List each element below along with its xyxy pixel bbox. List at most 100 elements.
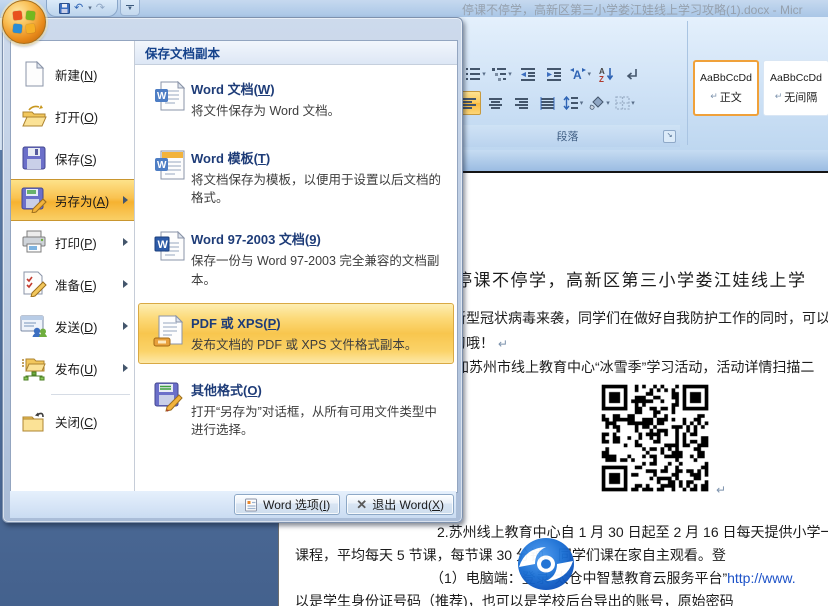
menu-item-print[interactable]: 打印(P)	[11, 221, 134, 263]
qat-redo-icon[interactable]: ↷	[96, 3, 105, 14]
other-formats-icon	[147, 380, 191, 439]
numbered-list-button[interactable]: ▾	[464, 62, 488, 86]
pdf-xps-icon	[147, 313, 191, 354]
qat-undo-icon[interactable]: ↶	[74, 3, 83, 14]
submenu-item-desc: 将文件保存为 Word 文档。	[191, 102, 445, 120]
dropdown-caret-icon: ▾	[588, 70, 592, 78]
paragraph-group-label: 段落	[557, 128, 579, 144]
document-line: 2.苏州线上教育中心自 1 月 30 日起至 2 月 16 日每天提供小学一至	[437, 522, 828, 542]
style-no-spacing[interactable]: AaBbCcDd ↵无间隔	[763, 60, 828, 116]
decrease-indent-button[interactable]	[516, 62, 540, 86]
borders-button[interactable]: ▾	[613, 91, 637, 115]
submenu-item-desc: 打开“另存为”对话框，从所有可用文件类型中进行选择。	[191, 403, 445, 439]
menu-item-save[interactable]: 保存(S)	[11, 137, 134, 179]
submenu-item-desc: 将文档保存为模板，以便用于设置以后文档的格式。	[191, 171, 445, 207]
quick-access-toolbar: ↶ ▾ ↷	[46, 0, 118, 17]
pilcrow-icon: ↵	[775, 91, 783, 102]
submenu-item-word-template[interactable]: W Word 模板(T) 将文档保存为模板，以便用于设置以后文档的格式。	[138, 138, 454, 217]
document-line: （1）电脑端：登录“太仓中智慧教育云服务平台”http://www.	[430, 568, 796, 588]
qat-undo-caret-icon[interactable]: ▾	[88, 4, 92, 12]
style-normal[interactable]: AaBbCcDd ↵正文	[693, 60, 759, 116]
multilevel-list-icon	[491, 67, 507, 81]
menu-item-send[interactable]: 发送(D)	[11, 305, 134, 347]
asian-layout-button[interactable]: A ▾	[568, 62, 593, 86]
svg-text:W: W	[158, 239, 169, 251]
close-folder-icon	[17, 409, 51, 433]
open-folder-icon	[17, 104, 51, 128]
office-menu-footer: Word 选项(I) ✕ 退出 Word(X)	[10, 491, 456, 518]
menu-item-label: 发送(D)	[55, 317, 123, 336]
submenu-arrow-icon	[123, 364, 128, 372]
menu-item-open[interactable]: 打开(O)	[11, 95, 134, 137]
office-menu: 新建(N) 打开(O) 保存(S)	[2, 17, 463, 523]
paint-bucket-icon	[588, 96, 605, 110]
exit-word-button[interactable]: ✕ 退出 Word(X)	[346, 494, 454, 515]
hyperlink[interactable]: http://www.	[727, 570, 795, 586]
align-right-icon	[514, 97, 529, 110]
asian-layout-icon: A	[569, 67, 587, 82]
menu-item-label: 准备(E)	[55, 275, 123, 294]
word-97-2003-icon: W	[147, 229, 191, 288]
menu-item-label: 关闭(C)	[55, 412, 130, 431]
ribbon: ▾ ▾ ▾ A ▾	[455, 17, 828, 150]
menu-item-prepare[interactable]: 准备(E)	[11, 263, 134, 305]
dropdown-caret-icon: ▾	[631, 99, 635, 107]
align-center-button[interactable]	[483, 91, 507, 115]
submenu-item-title: Word 文档(W)	[191, 79, 445, 98]
submenu-item-word-97-2003[interactable]: W Word 97-2003 文档(9) 保存一份与 Word 97-2003 …	[138, 219, 454, 298]
style-sample-text: AaBbCcDd	[770, 72, 822, 84]
qat-save-icon[interactable]	[59, 3, 70, 14]
qat-customize-button[interactable]: ▼	[120, 0, 140, 16]
office-button[interactable]	[2, 0, 46, 44]
numbered-list-icon	[465, 67, 481, 81]
shading-button[interactable]: ▾	[587, 91, 611, 115]
line-spacing-icon	[563, 96, 579, 110]
prepare-icon	[17, 271, 51, 297]
exit-word-label: 退出 Word(X)	[372, 496, 444, 513]
styles-gallery: AaBbCcDd ↵正文 AaBbCcDd ↵无间隔	[693, 60, 828, 116]
menu-item-label: 发布(U)	[55, 359, 123, 378]
menu-item-publish[interactable]: 发布(U)	[11, 347, 134, 389]
sort-button[interactable]: AZ	[594, 62, 618, 86]
submenu-item-title: 其他格式(O)	[191, 380, 445, 399]
save-as-icon	[17, 187, 51, 213]
submenu-item-pdf-xps[interactable]: PDF 或 XPS(P) 发布文档的 PDF 或 XPS 文件格式副本。	[138, 303, 454, 364]
new-document-icon	[17, 61, 51, 87]
submenu-arrow-icon	[123, 322, 128, 330]
menu-item-save-as[interactable]: 另存为(A)	[11, 179, 134, 221]
pilcrow-icon: ↵	[498, 337, 508, 351]
style-name: ↵正文	[710, 89, 742, 105]
ribbon-group-separator	[687, 21, 688, 145]
submenu-item-title: Word 97-2003 文档(9)	[191, 229, 445, 248]
save-icon	[17, 146, 51, 170]
line-spacing-button[interactable]: ▾	[561, 91, 585, 115]
justify-button[interactable]	[535, 91, 559, 115]
document-line: 新型冠状病毒来袭，同学们在做好自我防护工作的同时，可以	[452, 308, 828, 328]
dropdown-caret-icon: ▾	[508, 70, 512, 78]
submenu-item-word-document[interactable]: W Word 文档(W) 将文件保存为 Word 文档。	[138, 69, 454, 130]
show-hide-marks-button[interactable]	[620, 62, 644, 86]
menu-item-label: 另存为(A)	[55, 191, 123, 210]
increase-indent-icon	[546, 67, 562, 81]
menu-item-label: 保存(S)	[55, 149, 130, 168]
pilcrow-icon: ↵	[710, 91, 718, 102]
document-line: 加苏州市线上教育中心“冰雪季”学习活动，活动详情扫描二	[455, 357, 814, 377]
word-options-button[interactable]: Word 选项(I)	[234, 494, 340, 515]
menu-item-new[interactable]: 新建(N)	[11, 53, 134, 95]
submenu-item-desc: 保存一份与 Word 97-2003 完全兼容的文档副本。	[191, 252, 445, 288]
align-right-button[interactable]	[509, 91, 533, 115]
justify-icon	[540, 97, 555, 110]
multilevel-list-button[interactable]: ▾	[490, 62, 514, 86]
svg-text:W: W	[157, 160, 167, 171]
close-x-icon: ✕	[356, 497, 367, 513]
qr-code	[598, 381, 712, 495]
increase-indent-button[interactable]	[542, 62, 566, 86]
word-document-icon: W	[147, 79, 191, 120]
dialog-launcher-icon[interactable]: ↘	[663, 130, 676, 143]
submenu-item-title: Word 模板(T)	[191, 148, 445, 167]
svg-text:Z: Z	[599, 75, 604, 82]
menu-item-close[interactable]: 关闭(C)	[11, 400, 134, 442]
submenu-item-other-formats[interactable]: 其他格式(O) 打开“另存为”对话框，从所有可用文件类型中进行选择。	[138, 370, 454, 449]
style-name: ↵无间隔	[775, 89, 818, 105]
publish-icon	[17, 355, 51, 381]
